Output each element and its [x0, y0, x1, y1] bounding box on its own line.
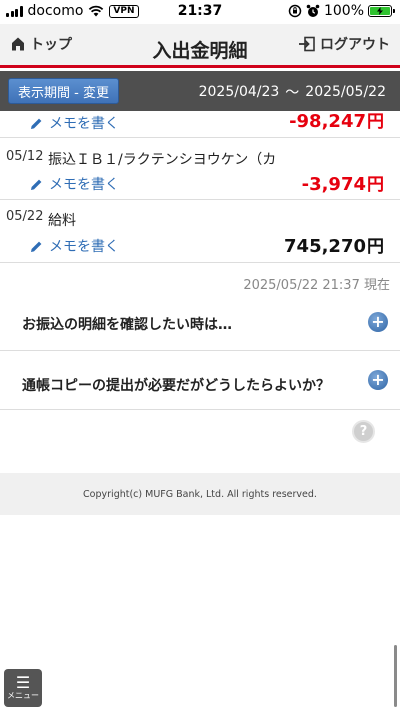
rotation-lock-icon: [288, 4, 302, 18]
memo-label: メモを書く: [49, 116, 119, 132]
logout-icon: [299, 36, 315, 52]
app-header: トップ 入出金明細 ログアウト: [0, 24, 400, 68]
status-bar: docomo VPN 21:37 100%: [0, 0, 400, 24]
signal-icon: [6, 5, 23, 17]
expand-plus-icon[interactable]: +: [368, 370, 388, 390]
transaction-description: 給料: [48, 213, 76, 229]
transaction-row: メモを書く -98,247 円: [0, 111, 400, 138]
memo-label: メモを書く: [49, 239, 119, 255]
hamburger-icon: ☰: [15, 673, 31, 692]
period-start: 2025/04/23: [198, 84, 280, 100]
pencil-icon: [31, 118, 42, 129]
faq-label: 通帳コピーの提出が必要だがどうしたらよいか？: [22, 378, 330, 394]
memo-label: メモを書く: [49, 177, 119, 193]
transaction-list: メモを書く -98,247 円 05/12 振込ＩＢ１/ラクテンシヨウケン（カ メ…: [0, 111, 400, 263]
faq-label: お振込の明細を確認したい時は…: [22, 317, 232, 333]
transaction-row: 05/12 振込ＩＢ１/ラクテンシヨウケン（カ メモを書く -3,974 円: [0, 138, 400, 200]
copyright-text: Copyright(c) MUFG Bank, Ltd. All rights …: [83, 488, 317, 500]
as-of-timestamp: 2025/05/22 21:37 現在: [243, 278, 390, 293]
top-label: トップ: [30, 37, 72, 53]
pencil-icon: [31, 179, 42, 190]
faq-item[interactable]: お振込の明細を確認したい時は… +: [0, 292, 400, 351]
expand-plus-icon[interactable]: +: [368, 312, 388, 332]
transaction-row: 05/22 給料 メモを書く 745,270 円: [0, 200, 400, 263]
transaction-amount: 745,270 円: [284, 236, 384, 257]
logout-button[interactable]: ログアウト: [298, 34, 390, 54]
top-button[interactable]: トップ: [10, 34, 72, 54]
home-icon: [12, 37, 24, 51]
memo-link[interactable]: メモを書く: [30, 113, 119, 133]
help-icon[interactable]: ?: [352, 420, 375, 443]
transaction-date: 05/22: [6, 209, 44, 224]
wifi-icon: [89, 5, 104, 17]
vpn-badge: VPN: [109, 4, 139, 18]
battery-icon: [368, 5, 395, 17]
period-change-button[interactable]: 表示期間 - 変更: [8, 78, 119, 104]
menu-button[interactable]: ☰ メニュー: [4, 669, 42, 707]
transaction-amount: -98,247 円: [289, 111, 384, 132]
scrollbar[interactable]: [394, 645, 397, 707]
faq-item[interactable]: 通帳コピーの提出が必要だがどうしたらよいか？ +: [0, 351, 400, 410]
pencil-icon: [31, 241, 42, 252]
menu-label: メニュー: [7, 691, 39, 700]
period-range: 2025/04/23 ～ 2025/05/22: [199, 82, 386, 102]
period-bar: 表示期間 - 変更 2025/04/23 ～ 2025/05/22: [0, 71, 400, 111]
period-separator: ～: [285, 85, 300, 101]
carrier-name: docomo: [27, 3, 84, 19]
logout-label: ログアウト: [320, 37, 390, 53]
memo-link[interactable]: メモを書く: [30, 174, 119, 194]
battery-percent: 100%: [323, 3, 364, 19]
transaction-description: 振込ＩＢ１/ラクテンシヨウケン（カ: [48, 152, 277, 168]
alarm-icon: [306, 4, 320, 17]
period-end: 2025/05/22: [305, 84, 386, 100]
transaction-date: 05/12: [6, 149, 44, 164]
footer: Copyright(c) MUFG Bank, Ltd. All rights …: [0, 473, 400, 515]
memo-link[interactable]: メモを書く: [30, 236, 119, 256]
transaction-amount: -3,974 円: [301, 174, 384, 195]
